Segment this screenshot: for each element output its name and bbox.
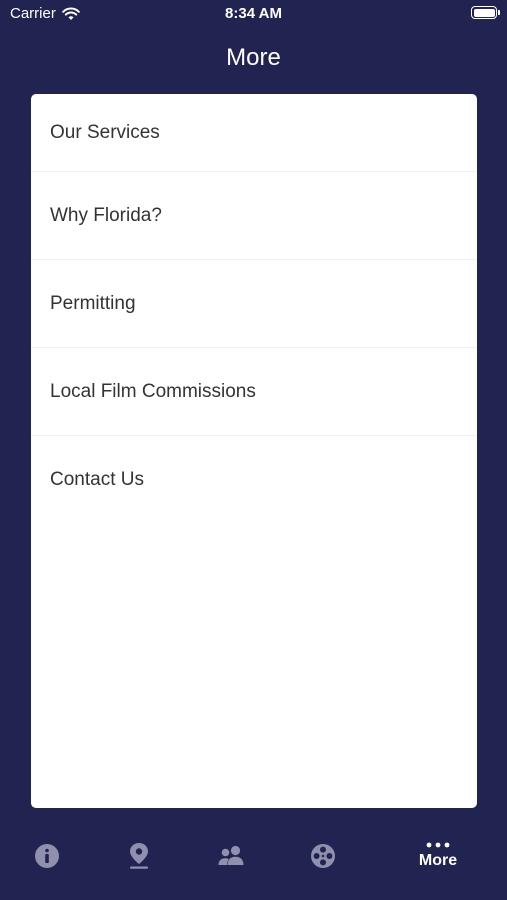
menu-card: Our Services Why Florida? Permitting Loc… — [31, 94, 477, 808]
menu-item-label: Our Services — [50, 121, 160, 143]
location-pin-icon — [130, 843, 148, 869]
tab-bar: More — [0, 810, 507, 900]
tab-label: More — [418, 852, 458, 869]
menu-item-local-film-commissions[interactable]: Local Film Commissions — [31, 348, 477, 436]
ellipsis-icon — [426, 842, 450, 848]
tab-location[interactable] — [109, 834, 169, 878]
page-title: More — [226, 44, 281, 71]
menu-item-our-services[interactable]: Our Services — [31, 94, 477, 172]
film-reel-icon — [311, 844, 335, 868]
tab-more[interactable]: More — [400, 834, 476, 878]
tab-people[interactable] — [201, 834, 261, 878]
battery-icon — [471, 6, 500, 19]
menu-item-label: Contact Us — [50, 469, 144, 490]
tab-info[interactable] — [17, 834, 77, 878]
menu-item-why-florida[interactable]: Why Florida? — [31, 172, 477, 260]
menu-item-label: Permitting — [50, 292, 136, 314]
menu-item-label: Local Film Commissions — [50, 380, 256, 402]
tab-film[interactable] — [293, 834, 353, 878]
status-time: 8:34 AM — [225, 5, 282, 22]
people-icon — [218, 845, 244, 865]
info-icon — [35, 844, 59, 868]
menu-item-label: Why Florida? — [50, 204, 162, 226]
menu-item-contact-us[interactable]: Contact Us — [31, 436, 477, 524]
status-bar: Carrier 8:34 AM — [0, 0, 507, 30]
menu-item-permitting[interactable]: Permitting — [31, 260, 477, 348]
